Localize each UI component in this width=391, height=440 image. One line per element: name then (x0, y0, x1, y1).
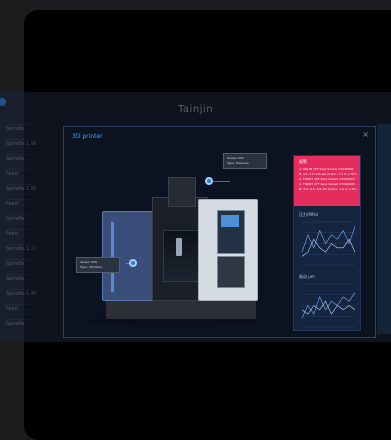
sidebar-item[interactable]: Spindle (6, 124, 36, 135)
sensor-marker-left-icon[interactable] (129, 259, 137, 267)
sidebar-item[interactable]: Spindle (6, 274, 36, 285)
close-icon[interactable]: × (362, 130, 369, 139)
machine-head (168, 177, 196, 207)
page-title: Tainjin (177, 104, 214, 115)
cnc-machine-model[interactable] (92, 175, 262, 323)
chart-title: 振动 μm (299, 274, 315, 279)
dialog-title: 3D printer (72, 133, 103, 140)
control-screen (217, 210, 245, 254)
alarm-item: B: 3.5: 0.2: 2/3 est of sinr: 1.4 d: 1.5… (299, 187, 357, 191)
machine-3d-dialog: 3D printer × Sensor 001 Type: Pressure S… (63, 126, 376, 338)
sidebar-item[interactable]: Spindle (6, 154, 36, 165)
machine-control-panel (198, 199, 258, 301)
alarm-list: A: DRUM 1FF Serp Sensor 07040001 B: A1: … (299, 167, 357, 192)
sensor-tooltip-top: Sensor 001 Type: Pressure (223, 153, 267, 169)
pressure-chart (299, 220, 357, 270)
sidebar-item[interactable]: Spindle (6, 319, 36, 330)
sidebar-item[interactable]: Feed (6, 229, 36, 240)
sidebar-item[interactable]: Spindle (6, 214, 36, 225)
sidebar-item[interactable]: Spindle 1.23 (6, 244, 36, 255)
control-display (221, 215, 239, 227)
tooltip-line: Type: Pressure (227, 161, 249, 165)
sidebar-item[interactable]: Feed (6, 304, 36, 315)
control-keypad (217, 256, 245, 288)
spindle-tool (176, 238, 182, 256)
sensor-side-panel: 报警 A: DRUM 1FF Serp Sensor 07040001 B: A… (293, 155, 361, 331)
sidebar-item[interactable]: Spindle (6, 259, 36, 270)
sensor-marker-top-icon[interactable] (205, 177, 213, 185)
tooltip-leader-line (212, 181, 230, 182)
tooltip-line: Type: Vibration (80, 265, 103, 269)
series-line (301, 238, 356, 257)
chart-title: 压力(MPa) (299, 212, 319, 217)
vibration-chart (299, 282, 357, 330)
sidebar-item[interactable]: Spindle 1.98 (6, 139, 36, 150)
right-panel-strip (377, 124, 391, 334)
alarm-title: 报警 (299, 159, 307, 164)
sensor-tooltip-left: Sensor 008 Type: Vibration (76, 257, 120, 273)
machine-left-cabinet (102, 211, 158, 301)
sidebar: Spindle Spindle 1.98 Spindle Feed Spindl… (6, 124, 36, 334)
sidebar-item[interactable]: Feed (6, 199, 36, 210)
sidebar-item[interactable]: Spindle 1.45 (6, 289, 36, 300)
vibration-chart-svg (301, 283, 356, 328)
alarm-box: 报警 A: DRUM 1FF Serp Sensor 07040001 B: A… (294, 156, 360, 206)
sidebar-item[interactable]: Feed (6, 169, 36, 180)
series-line (301, 300, 356, 315)
pressure-chart-svg (301, 221, 356, 266)
sidebar-item[interactable]: Spindle 1.56 (6, 184, 36, 195)
